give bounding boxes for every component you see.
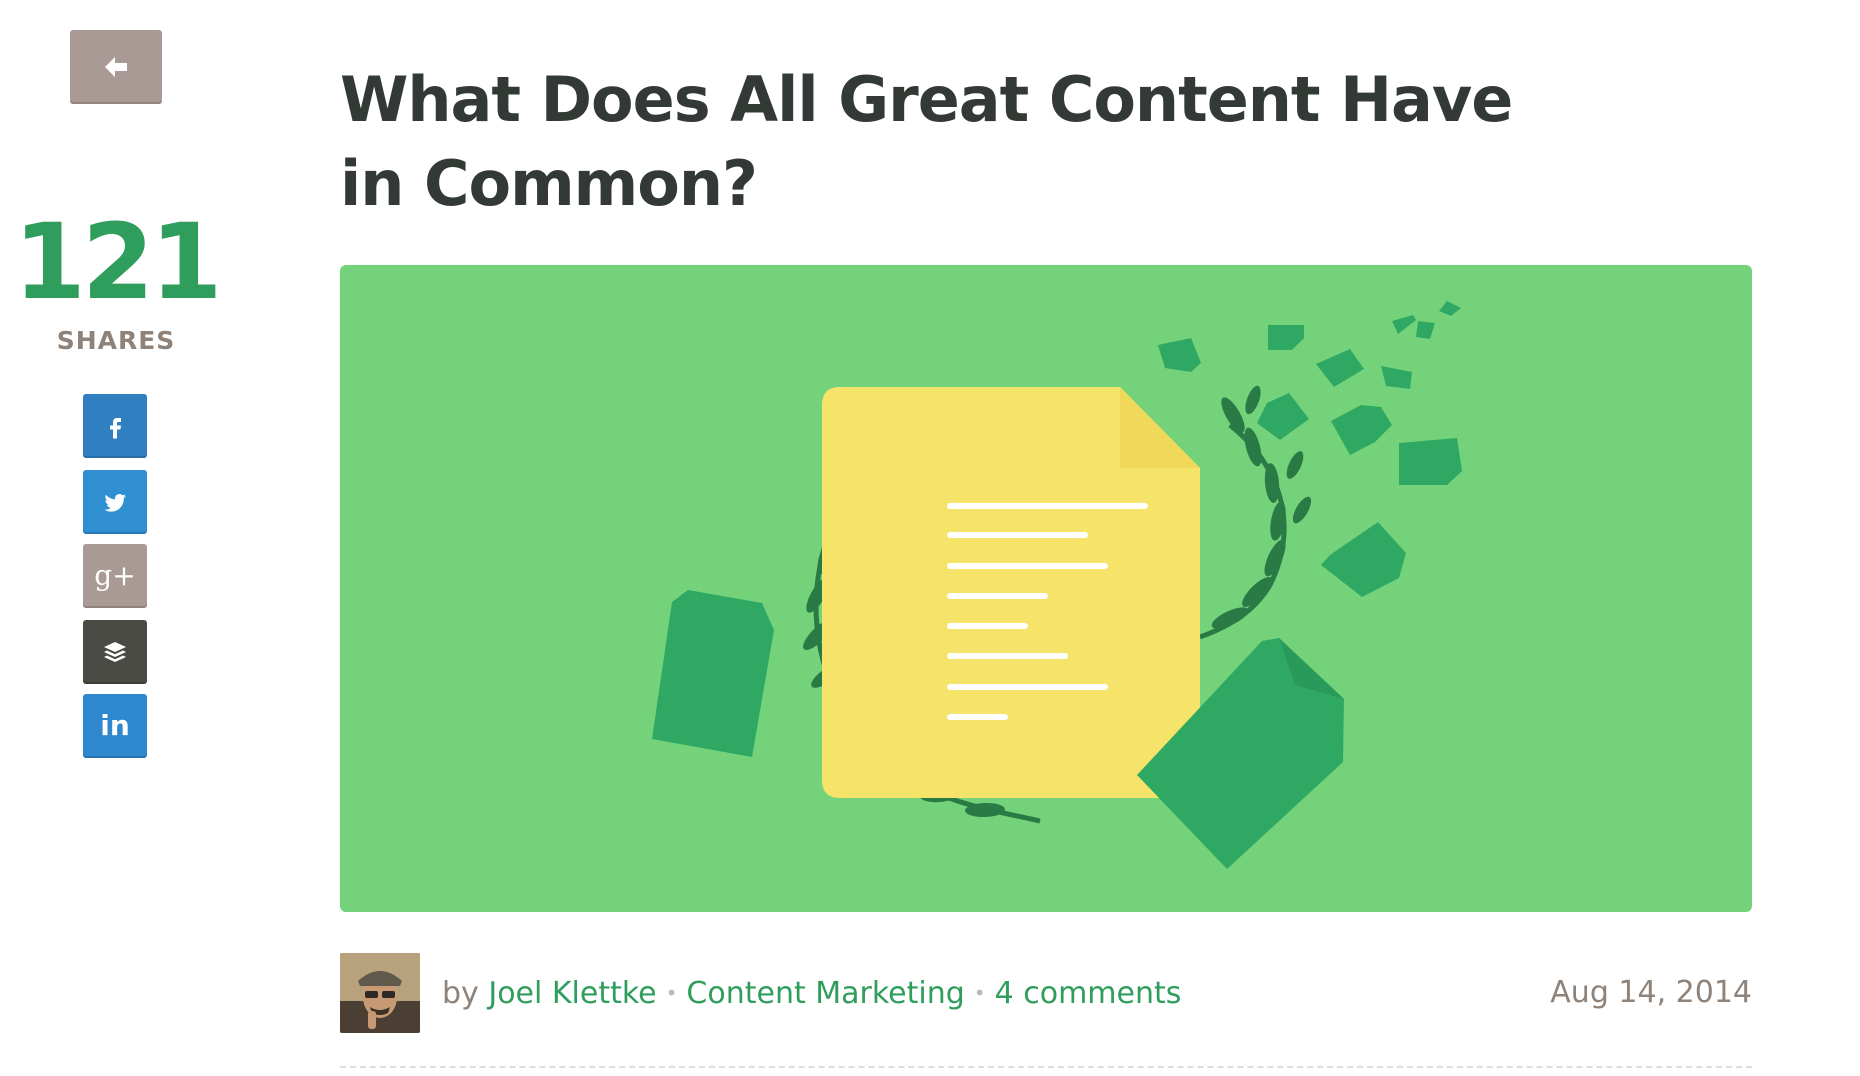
comments-link[interactable]: 4 comments	[995, 976, 1182, 1011]
hero-image	[340, 265, 1752, 912]
facebook-icon	[110, 418, 121, 439]
author-avatar[interactable]	[340, 953, 420, 1033]
twitter-icon	[104, 494, 126, 512]
arrow-left-icon	[105, 57, 127, 77]
share-label: SHARES	[56, 326, 176, 355]
award-document-illustration	[652, 301, 1462, 869]
byline: by Joel Klettke • Content Marketing • 4 comm…	[442, 975, 1181, 1012]
google-plus-share-button[interactable]: g+	[83, 544, 147, 608]
linkedin-share-button[interactable]: in	[83, 694, 147, 758]
google-plus-icon: g+	[94, 559, 136, 592]
publish-date: Aug 14, 2014	[1550, 975, 1752, 1010]
buffer-icon	[104, 642, 126, 662]
facebook-share-button[interactable]	[83, 394, 147, 458]
buffer-share-button[interactable]	[83, 620, 147, 684]
author-photo	[340, 953, 420, 1033]
article-meta: by Joel Klettke • Content Marketing • 4 comm…	[340, 953, 1752, 1033]
twitter-share-button[interactable]	[83, 470, 147, 534]
back-button[interactable]	[70, 30, 162, 104]
category-link[interactable]: Content Marketing	[686, 976, 964, 1011]
share-count: 121	[13, 201, 222, 323]
meta-divider	[340, 1066, 1752, 1068]
article-title: What Does All Great Content Have in Comm…	[340, 63, 1513, 220]
meta-separator: •	[665, 981, 678, 1005]
byline-prefix: by	[442, 976, 479, 1011]
article-page: 121 SHARES g+ in What Does All Great Con…	[0, 0, 1860, 1076]
linkedin-icon: in	[100, 709, 130, 742]
meta-separator: •	[973, 981, 986, 1005]
author-link[interactable]: Joel Klettke	[488, 976, 656, 1011]
